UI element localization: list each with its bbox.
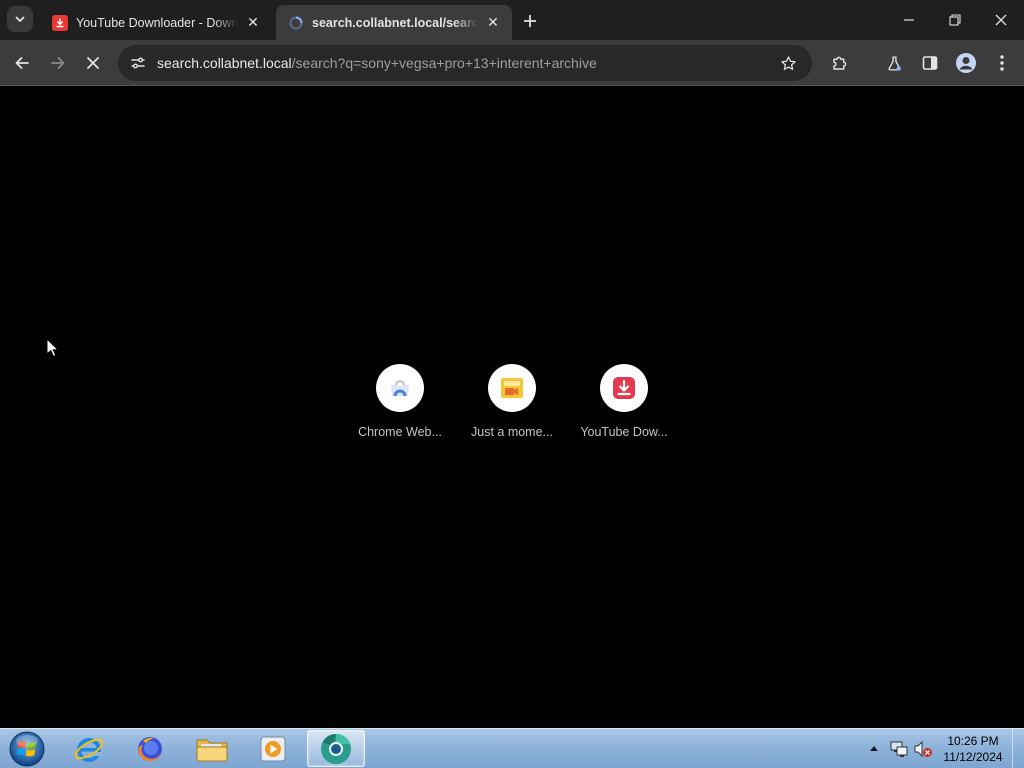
windows-taskbar: 10:26 PM 11/12/2024	[0, 728, 1024, 768]
media-player-icon	[260, 736, 286, 761]
address-bar[interactable]: search.collabnet.local/search?q=sony+veg…	[118, 45, 812, 81]
bookmark-button[interactable]	[774, 49, 802, 77]
loading-spinner-icon	[288, 15, 304, 31]
tab-title: YouTube Downloader - Download	[76, 15, 238, 30]
show-desktop-button[interactable]	[1012, 729, 1024, 768]
shortcut-label: YouTube Dow...	[580, 425, 668, 439]
chrome-web-store-icon	[391, 380, 409, 397]
site-info-button[interactable]	[126, 51, 150, 75]
close-window-button[interactable]	[978, 0, 1024, 40]
close-tab-icon[interactable]: ✕	[244, 14, 262, 32]
start-button[interactable]	[5, 730, 49, 768]
show-hidden-icons-button[interactable]	[867, 740, 881, 756]
browser-toolbar: search.collabnet.local/search?q=sony+veg…	[0, 40, 1024, 111]
tab-youtube-downloader[interactable]: YouTube Downloader - Download ✕	[40, 5, 272, 40]
close-icon	[995, 14, 1007, 26]
taskbar-app-internet-explorer[interactable]	[60, 730, 118, 767]
shortcut-label: Chrome Web...	[358, 425, 442, 439]
tab-strip: YouTube Downloader - Download ✕ search.c…	[0, 0, 1024, 40]
more-vert-icon	[1000, 55, 1004, 71]
youtube-downloader-icon	[52, 14, 68, 31]
new-tab-button[interactable]	[517, 8, 543, 34]
shortcut-chrome-web-store[interactable]: Chrome Web...	[344, 363, 456, 453]
firefox-icon	[138, 736, 162, 761]
side-panel-button[interactable]	[914, 47, 946, 79]
network-icon[interactable]	[889, 739, 909, 759]
chrome-labs-button[interactable]	[878, 47, 910, 79]
shortcut-label: Just a mome...	[471, 425, 553, 439]
stop-loading-button[interactable]	[77, 47, 109, 79]
close-tab-icon[interactable]: ✕	[484, 14, 502, 32]
shortcut-just-a-moment[interactable]: Just a mome...	[456, 363, 568, 453]
mouse-cursor-icon	[46, 338, 60, 358]
tab-search-collabnet[interactable]: search.collabnet.local/search?q=sony ✕	[276, 5, 512, 40]
chrome-icon	[321, 733, 351, 764]
minimize-button[interactable]	[886, 0, 932, 40]
side-panel-icon	[922, 56, 938, 70]
shortcut-icon-circle	[488, 364, 536, 412]
taskbar-app-media-player[interactable]	[244, 730, 302, 767]
url-host: search.collabnet.local	[157, 55, 292, 71]
clock-time: 10:26 PM	[947, 734, 999, 748]
page-content: Chrome Web... Just a mome... YouTube Dow…	[0, 87, 1024, 728]
star-icon	[780, 55, 796, 70]
youtube-downloader-icon	[613, 377, 635, 399]
system-clock[interactable]: 10:26 PM 11/12/2024	[938, 733, 1008, 765]
internet-explorer-icon	[74, 737, 104, 762]
restore-button[interactable]	[932, 0, 978, 40]
profile-button[interactable]	[950, 47, 982, 79]
puzzle-icon	[833, 56, 847, 70]
explorer-folder-icon	[196, 739, 228, 761]
shortcut-youtube-downloader[interactable]: YouTube Dow...	[568, 363, 680, 453]
flask-icon	[887, 55, 901, 71]
extensions-button[interactable]	[824, 47, 856, 79]
minimize-icon	[904, 19, 914, 21]
tab-search-button[interactable]	[7, 6, 33, 32]
plus-icon	[524, 15, 536, 27]
url-path: /search?q=sony+vegsa+pro+13+interent+arc…	[291, 55, 597, 71]
site-info-icon	[131, 57, 145, 69]
clock-date: 11/12/2024	[943, 750, 1003, 764]
taskbar-app-windows-explorer[interactable]	[183, 730, 241, 767]
shortcut-icon-circle	[600, 364, 648, 412]
taskbar-app-firefox[interactable]	[121, 730, 179, 767]
url-text[interactable]: search.collabnet.local/search?q=sony+veg…	[157, 45, 597, 81]
forward-button[interactable]	[42, 47, 74, 79]
shortcut-icon-circle	[376, 364, 424, 412]
chrome-menu-button[interactable]	[986, 47, 1018, 79]
taskbar-app-chrome-active[interactable]	[307, 730, 365, 767]
stop-icon	[87, 57, 99, 69]
forward-icon	[51, 57, 65, 69]
windows-start-orb-icon	[9, 731, 45, 767]
tab-title: search.collabnet.local/search?q=sony	[312, 15, 478, 30]
volume-muted-icon[interactable]	[913, 739, 933, 759]
chevron-up-icon	[870, 746, 878, 751]
chevron-down-icon	[15, 16, 25, 22]
just-a-moment-icon	[501, 378, 523, 398]
desktop-screen: YouTube Downloader - Download ✕ search.c…	[0, 0, 1024, 768]
restore-icon	[949, 14, 961, 26]
back-button[interactable]	[6, 47, 38, 79]
profile-icon	[956, 53, 976, 73]
back-icon	[15, 57, 29, 69]
